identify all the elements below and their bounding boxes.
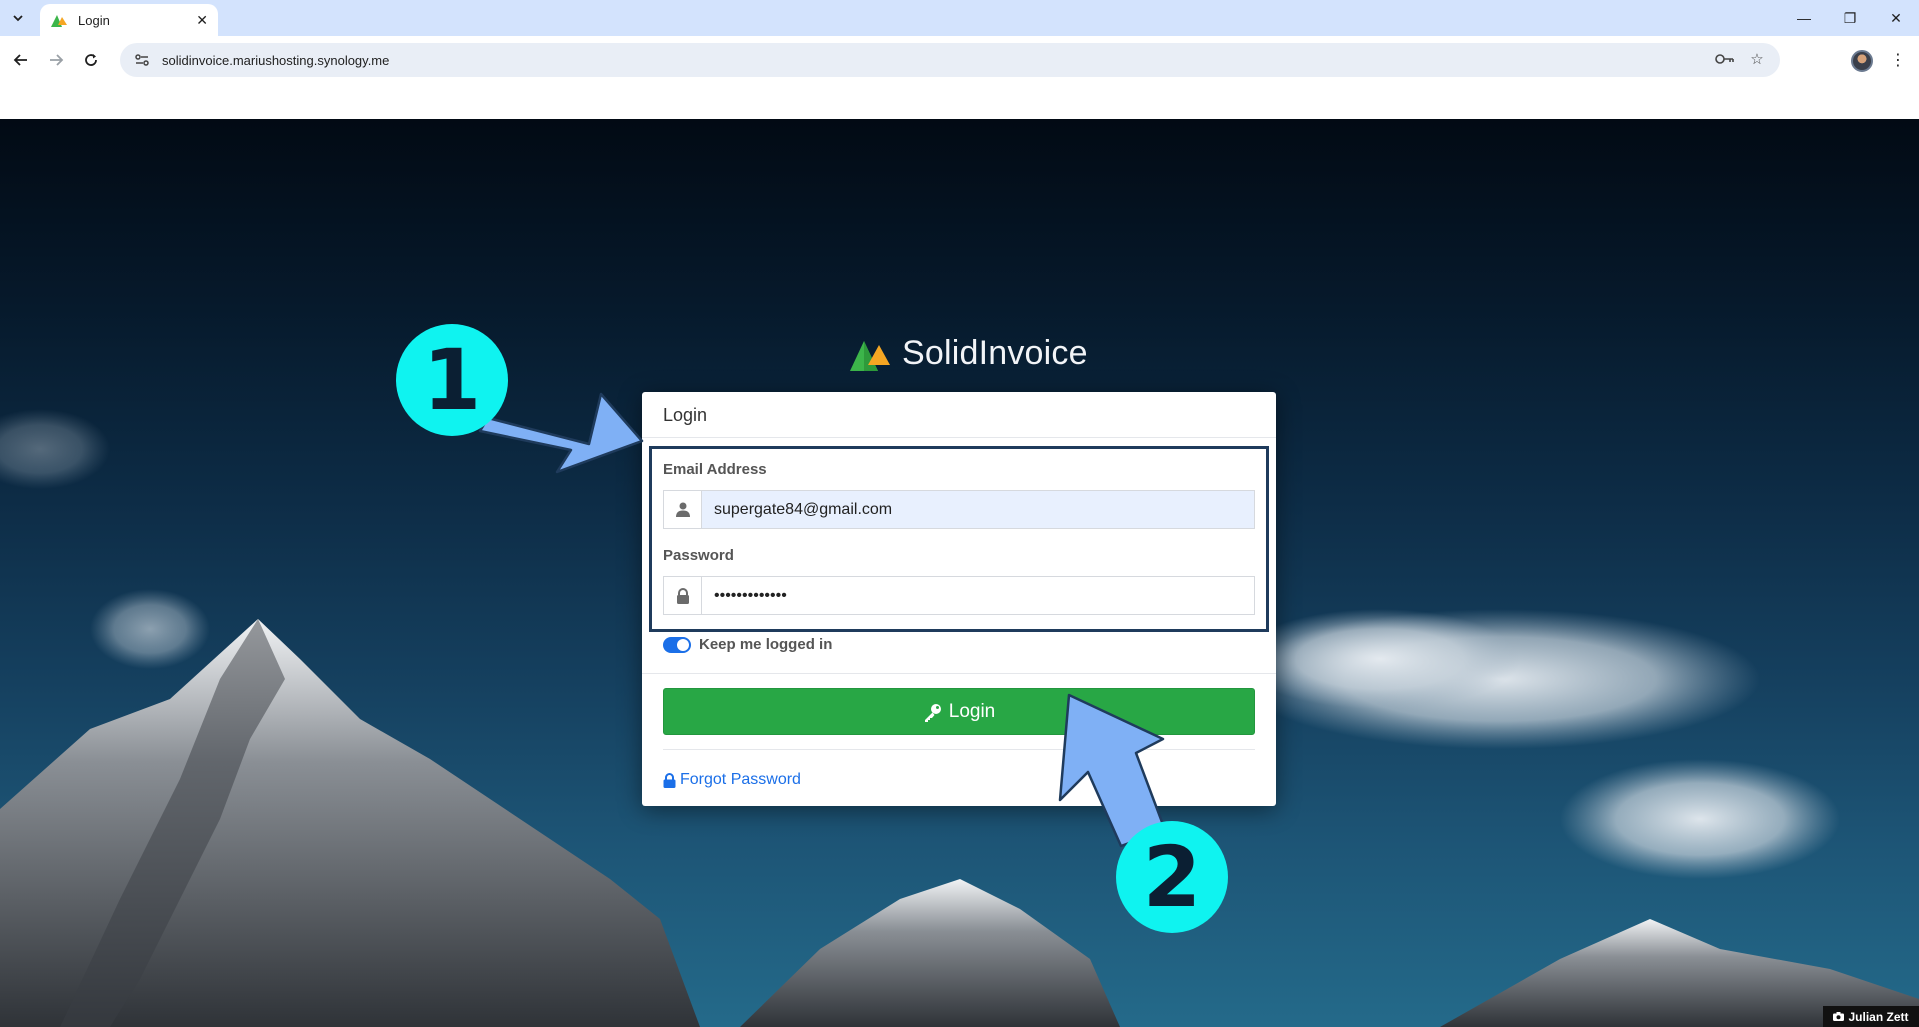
photo-credit: Julian Zett xyxy=(1823,1006,1919,1027)
restore-icon[interactable]: ❐ xyxy=(1827,0,1873,36)
profile-avatar[interactable] xyxy=(1851,50,1873,72)
browser-tab-strip: Login ✕ — ❐ ✕ xyxy=(0,0,1919,36)
page-top-strip xyxy=(0,84,1919,119)
address-bar[interactable]: solidinvoice.mariushosting.synology.me xyxy=(120,43,1780,77)
step-1-badge: 1 xyxy=(396,324,508,436)
arrow-2 xyxy=(1058,693,1167,848)
back-icon[interactable] xyxy=(7,46,35,74)
annotation-arrows xyxy=(478,392,1167,848)
photo-credit-name: Julian Zett xyxy=(1848,1009,1909,1024)
password-key-icon[interactable] xyxy=(1711,45,1739,73)
tab-title: Login xyxy=(78,12,110,28)
minimize-icon[interactable]: — xyxy=(1781,0,1827,36)
arrow-1 xyxy=(478,392,644,474)
tab-search-dropdown[interactable] xyxy=(6,7,30,29)
camera-icon xyxy=(1833,1012,1845,1021)
browser-toolbar: solidinvoice.mariushosting.synology.me ☆… xyxy=(0,36,1919,84)
site-info-icon[interactable] xyxy=(134,53,150,67)
browser-tab-login[interactable]: Login ✕ xyxy=(40,4,218,36)
bookmark-star-icon[interactable]: ☆ xyxy=(1743,45,1771,73)
url-text: solidinvoice.mariushosting.synology.me xyxy=(162,52,390,68)
chevron-down-icon xyxy=(13,15,23,22)
solidinvoice-favicon-icon xyxy=(51,15,67,27)
reload-icon[interactable] xyxy=(77,46,105,74)
browser-menu-icon[interactable]: ⋮ xyxy=(1887,47,1909,73)
close-window-icon[interactable]: ✕ xyxy=(1873,0,1919,36)
tab-close-icon[interactable]: ✕ xyxy=(196,12,208,29)
step-2-badge: 2 xyxy=(1116,821,1228,933)
forward-icon[interactable] xyxy=(42,46,70,74)
page-background: SolidInvoice Login Email Address Passwor… xyxy=(0,119,1919,1027)
